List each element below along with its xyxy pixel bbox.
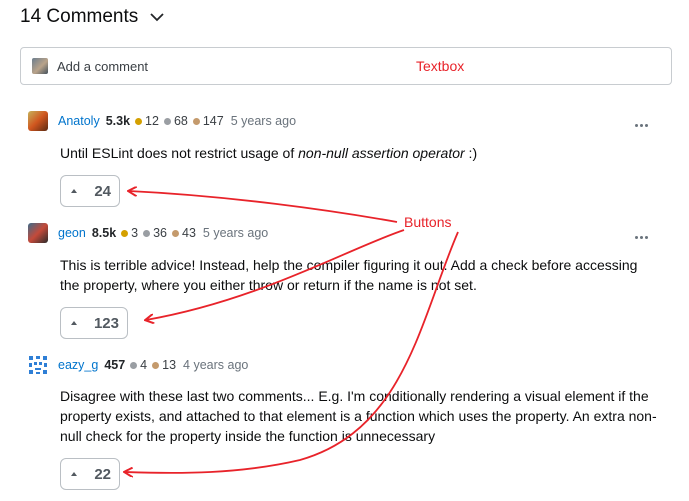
annotation-arrow xyxy=(125,231,459,473)
annotation-arrows xyxy=(0,0,459,501)
annotation-arrow xyxy=(146,229,405,320)
annotation-arrow xyxy=(129,191,398,223)
